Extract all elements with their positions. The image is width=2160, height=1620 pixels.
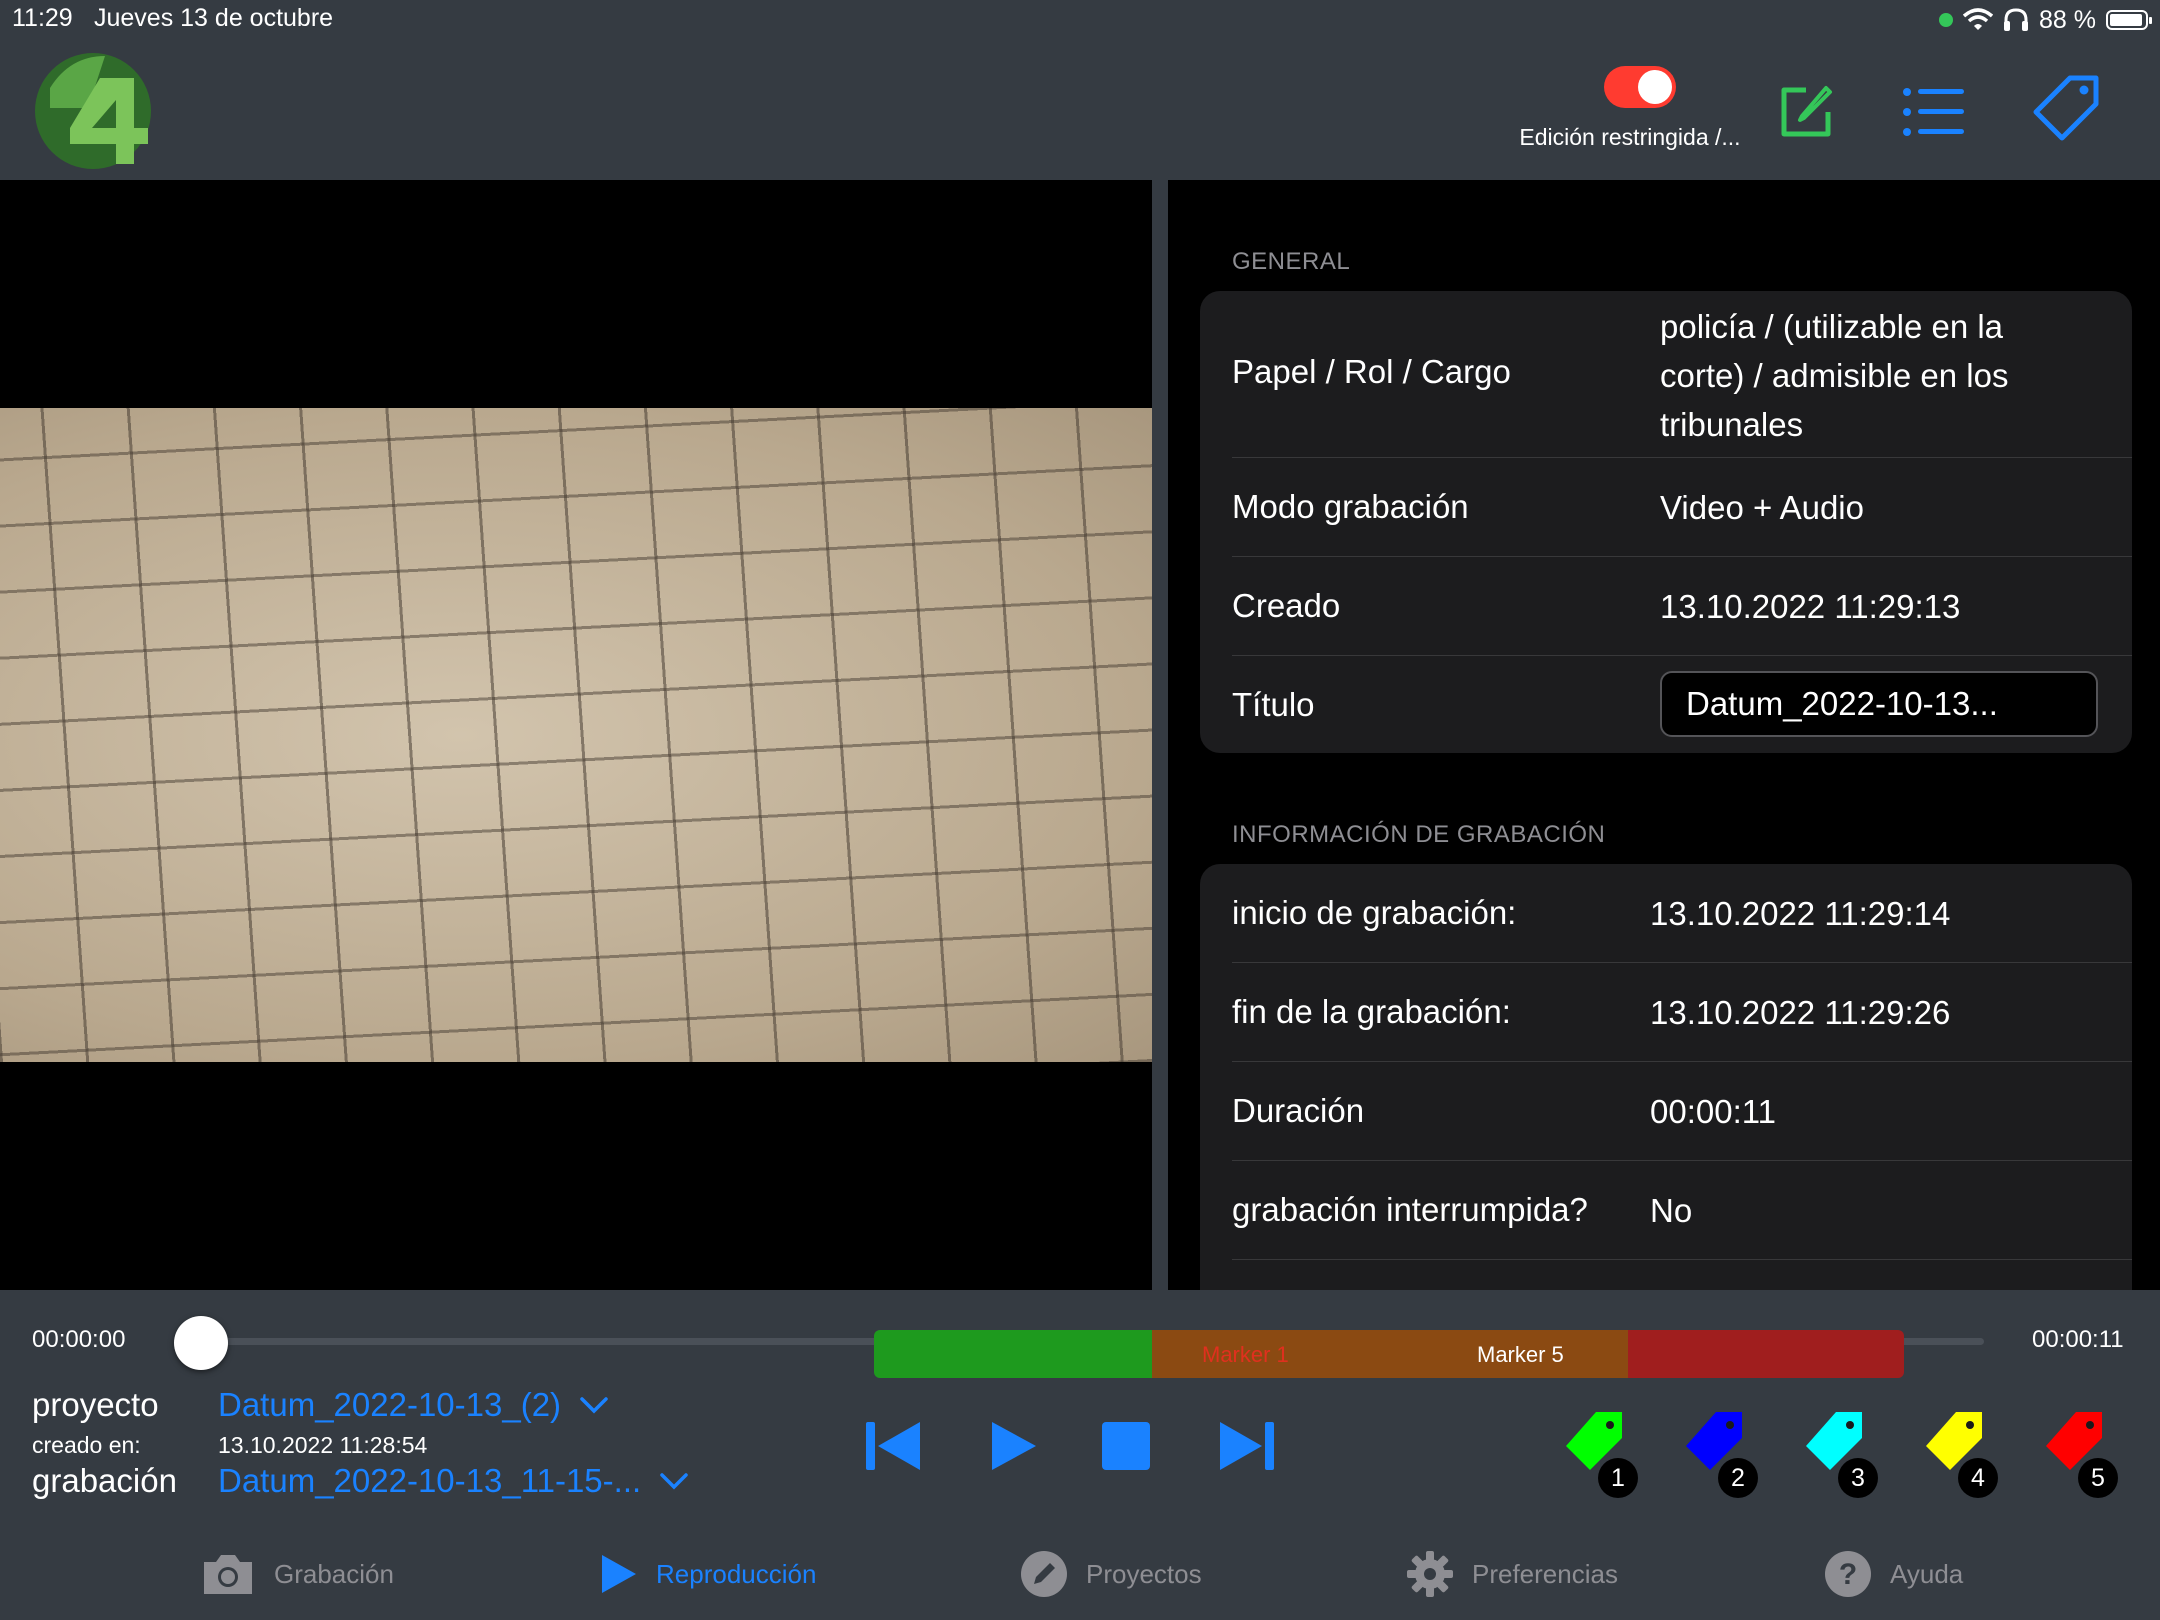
- edit-icon[interactable]: [1776, 82, 1836, 142]
- interrupted-value: No: [1650, 1192, 1693, 1229]
- title-row: Título Datum_2022-10-13...: [1232, 656, 2132, 754]
- general-section-header: GENERAL: [1232, 248, 1351, 275]
- tag-icon[interactable]: [2032, 74, 2102, 144]
- recording-mode-row: Modo grabación Video + Audio: [1232, 458, 2132, 557]
- role-key: Papel / Rol / Cargo: [1232, 353, 1511, 390]
- marker-number: 2: [1718, 1458, 1758, 1498]
- recording-mode-value: Video + Audio: [1660, 489, 1864, 526]
- status-date: Jueves 13 de octubre: [94, 4, 334, 32]
- end-value: 13.10.2022 11:29:26: [1650, 994, 1951, 1031]
- play-button[interactable]: [990, 1420, 1038, 1472]
- svg-text:?: ?: [1839, 1558, 1857, 1591]
- marker-number: 4: [1958, 1458, 1998, 1498]
- tab-label: Preferencias: [1472, 1558, 1618, 1589]
- title-key: Título: [1232, 686, 1315, 723]
- help-icon: ?: [1825, 1551, 1871, 1597]
- title-input[interactable]: Datum_2022-10-13...: [1660, 671, 2098, 737]
- restricted-edit-label: Edición restringida /...: [1519, 124, 1741, 150]
- total-time: 00:00:11: [2032, 1326, 2124, 1353]
- marker-timeline[interactable]: Marker 1 Marker 5: [874, 1330, 1904, 1378]
- recording-info-group: inicio de grabación: 13.10.2022 11:29:14…: [1200, 864, 2132, 1290]
- play-icon: [602, 1555, 636, 1593]
- interrupted-key: grabación interrumpida?: [1232, 1191, 1588, 1228]
- recording-info-section-header: INFORMACIÓN DE GRABACIÓN: [1232, 821, 1606, 848]
- chevron-down-icon: [660, 1473, 688, 1490]
- current-time: 00:00:00: [32, 1326, 126, 1353]
- tab-label: Ayuda: [1890, 1558, 1964, 1589]
- marker-number: 3: [1838, 1458, 1878, 1498]
- marker-number: 5: [2078, 1458, 2118, 1498]
- tab-label: Grabación: [274, 1558, 394, 1589]
- skip-back-button[interactable]: [864, 1420, 924, 1472]
- created-key: Creado: [1232, 587, 1341, 624]
- role-value: policía / (utilizable en la corte) / adm…: [1660, 308, 2009, 443]
- skip-forward-button[interactable]: [1216, 1420, 1276, 1472]
- status-indicators: 88 %: [1939, 4, 2152, 36]
- marker-segment-red[interactable]: [1628, 1330, 1904, 1378]
- marker-button-2[interactable]: 2: [1682, 1408, 1762, 1498]
- video-frame: [0, 408, 1152, 1062]
- start-row: inicio de grabación: 13.10.2022 11:29:14: [1232, 864, 2132, 963]
- duration-value: 00:00:11: [1650, 1093, 1777, 1130]
- gear-icon: [1407, 1551, 1453, 1597]
- marker-button-5[interactable]: 5: [2042, 1408, 2122, 1498]
- created-at-label: creado en:: [32, 1432, 141, 1458]
- battery-percent: 88 %: [2039, 5, 2096, 34]
- tab-ayuda[interactable]: ? Ayuda: [1824, 1544, 1963, 1604]
- playhead-thumb[interactable]: [174, 1316, 228, 1370]
- general-group: Papel / Rol / Cargo policía / (utilizabl…: [1200, 291, 2132, 753]
- status-time: 11:29: [12, 4, 73, 32]
- created-at-value: 13.10.2022 11:28:54: [218, 1432, 428, 1458]
- tab-preferencias[interactable]: Preferencias: [1406, 1544, 1618, 1604]
- pencil-icon: [1021, 1551, 1067, 1597]
- restricted-edit-toggle[interactable]: [1604, 66, 1676, 108]
- created-value: 13.10.2022 11:29:13: [1660, 588, 1961, 625]
- project-value: Datum_2022-10-13_(2): [218, 1386, 562, 1423]
- start-value: 13.10.2022 11:29:14: [1650, 895, 1951, 932]
- headphones-icon: [2004, 8, 2029, 31]
- marker-segment-green[interactable]: [874, 1330, 1152, 1378]
- project-selector[interactable]: Datum_2022-10-13_(2): [218, 1386, 609, 1424]
- recording-mode-key: Modo grabación: [1232, 488, 1469, 525]
- marker-1-label: Marker 1: [1202, 1342, 1289, 1367]
- marker-button-1[interactable]: 1: [1562, 1408, 1642, 1498]
- duration-key: Duración: [1232, 1092, 1365, 1129]
- recording-value: Datum_2022-10-13_11-15-...: [218, 1462, 642, 1499]
- wifi-icon: [1963, 8, 1994, 30]
- created-row: Creado 13.10.2022 11:29:13: [1232, 557, 2132, 656]
- start-key: inicio de grabación:: [1232, 894, 1517, 931]
- info-panel: GENERAL Papel / Rol / Cargo policía / (u…: [1168, 180, 2160, 1290]
- project-label: proyecto: [32, 1386, 159, 1423]
- tab-reproduccion[interactable]: Reproducción: [600, 1544, 816, 1604]
- tab-label: Reproducción: [656, 1558, 817, 1589]
- list-icon[interactable]: [1902, 84, 1966, 140]
- recording-label: grabación: [32, 1462, 177, 1499]
- marker-number: 1: [1598, 1458, 1638, 1498]
- marker-button-4[interactable]: 4: [1922, 1408, 2002, 1498]
- battery-icon: [2106, 10, 2152, 30]
- interrupted-row: grabación interrumpida? No: [1232, 1161, 2132, 1260]
- role-row: Papel / Rol / Cargo policía / (utilizabl…: [1232, 291, 2132, 458]
- marker-5-label: Marker 5: [1477, 1342, 1564, 1367]
- camera-icon: [204, 1555, 252, 1594]
- recording-selector[interactable]: Datum_2022-10-13_11-15-...: [218, 1462, 689, 1500]
- split-divider: [1152, 180, 1168, 1290]
- chevron-down-icon: [580, 1397, 608, 1414]
- end-key: fin de la grabación:: [1232, 993, 1511, 1030]
- video-player[interactable]: [0, 180, 1152, 1290]
- duration-row: Duración 00:00:11: [1232, 1062, 2132, 1161]
- camera-in-use-dot: [1939, 13, 1954, 27]
- marker-button-3[interactable]: 3: [1802, 1408, 1882, 1498]
- tab-grabacion[interactable]: Grabación: [200, 1544, 394, 1604]
- tab-proyectos[interactable]: Proyectos: [1020, 1544, 1202, 1604]
- app-logo: [35, 53, 151, 169]
- end-row: fin de la grabación: 13.10.2022 11:29:26: [1232, 963, 2132, 1062]
- stop-button[interactable]: [1100, 1420, 1152, 1472]
- tab-label: Proyectos: [1086, 1558, 1202, 1589]
